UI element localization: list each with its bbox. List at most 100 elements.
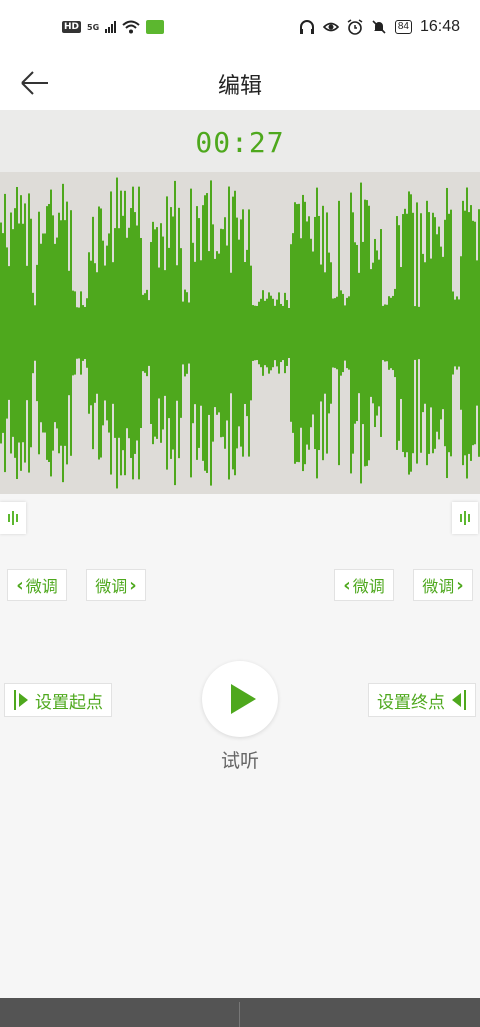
chevron-right-icon: ›: [456, 574, 464, 596]
waveform-bar: [146, 289, 148, 377]
waveform-bar: [202, 205, 204, 461]
start-fine-tune-forward-button[interactable]: 微调 ›: [86, 569, 146, 601]
waveform-bar: [128, 227, 130, 439]
waveform-bar: [170, 207, 172, 459]
start-handle[interactable]: [0, 502, 26, 534]
waveform-bar: [464, 210, 466, 456]
waveform-bar: [112, 262, 114, 404]
waveform-bar: [150, 242, 152, 424]
waveform-bar: [304, 201, 306, 465]
waveform-bar: [372, 262, 374, 404]
waveform-bar: [462, 200, 464, 466]
waveform-bar: [220, 228, 222, 438]
waveform-bar: [120, 190, 122, 476]
waveform-bar: [364, 199, 366, 467]
waveform-graphic: [0, 177, 480, 489]
waveform-bar: [284, 292, 286, 374]
waveform-bar: [44, 233, 46, 433]
waveform-bar: [452, 291, 454, 375]
bottom-divider: [239, 1002, 240, 1027]
waveform-bar: [280, 303, 282, 363]
waveform-bar: [250, 265, 252, 401]
waveform-bar: [274, 305, 276, 361]
waveform-bar: [26, 265, 28, 401]
end-fine-tune-back-button[interactable]: ‹ 微调: [334, 569, 394, 601]
waveform-bar: [470, 205, 472, 461]
waveform-bar: [124, 190, 126, 476]
play-button[interactable]: [202, 661, 278, 737]
waveform-bar: [100, 208, 102, 458]
waveform-bar: [144, 293, 146, 373]
waveform-bar: [266, 298, 268, 368]
waveform-bar: [6, 247, 8, 419]
chevron-right-icon: ›: [129, 574, 137, 596]
waveform-bar: [322, 205, 324, 461]
end-handle[interactable]: [452, 502, 478, 534]
waveform-bar: [118, 228, 120, 438]
waveform-bar: [212, 224, 214, 442]
waveform-bar: [256, 305, 258, 361]
waveform-bar: [314, 216, 316, 450]
waveform-bar: [62, 183, 64, 483]
waveform-bar: [268, 292, 270, 374]
waveform-bar: [32, 292, 34, 374]
waveform-bar: [270, 295, 272, 371]
waveform-bar: [174, 180, 176, 486]
waveform-bar: [262, 290, 264, 376]
waveform-bar: [226, 245, 228, 421]
waveform-bar: [398, 225, 400, 441]
waveform-bar: [126, 237, 128, 429]
top-bar: 编辑: [0, 58, 480, 110]
set-end-button[interactable]: 设置终点: [368, 683, 476, 717]
set-start-button[interactable]: 设置起点: [4, 683, 112, 717]
waveform-bar: [134, 212, 136, 454]
waveform-bar: [344, 305, 346, 361]
start-fine-tune-back-button[interactable]: ‹ 微调: [7, 569, 67, 601]
waveform-bar: [352, 212, 354, 454]
waveform-bar: [154, 229, 156, 437]
end-fine-tune-forward-button[interactable]: 微调 ›: [413, 569, 473, 601]
waveform-bar: [330, 262, 332, 404]
waveform-bar: [368, 205, 370, 461]
waveform-bar: [238, 239, 240, 427]
waveform-bar: [188, 302, 190, 364]
waveform-bar: [78, 307, 80, 359]
waveform-bar: [318, 215, 320, 451]
fine-tune-label: 微调: [352, 577, 385, 596]
waveform-bar: [378, 259, 380, 407]
waveform-bar: [70, 210, 72, 456]
waveform-bar: [122, 215, 124, 451]
waveform-bar: [80, 291, 82, 375]
waveform-bar: [234, 190, 236, 476]
waveform-bar: [290, 244, 292, 422]
start-marker-icon: [13, 689, 29, 711]
waveform-bar: [248, 209, 250, 457]
waveform-bar: [442, 256, 444, 410]
fine-tune-label: 微调: [422, 577, 455, 596]
waveform-bar: [340, 290, 342, 376]
chevron-left-icon: ‹: [16, 574, 24, 596]
waveform-bar: [402, 214, 404, 452]
waveform-bar: [230, 272, 232, 394]
time-bar: 00:27: [0, 110, 480, 172]
waveform-bar: [94, 263, 96, 403]
waveform-bar: [420, 213, 422, 453]
waveform-bar: [382, 305, 384, 361]
waveform-bar: [82, 305, 84, 361]
waveform-bar: [200, 260, 202, 406]
waveform-bar: [244, 262, 246, 404]
waveform-bar: [214, 258, 216, 408]
waveform-bar: [186, 292, 188, 374]
battery-icon: 84: [394, 20, 412, 34]
waveform-bar: [16, 186, 18, 480]
waveform-bar: [162, 236, 164, 430]
waveform-bar: [424, 262, 426, 404]
waveform-bar: [64, 220, 66, 446]
waveform-bar: [258, 301, 260, 365]
set-start-label: 设置起点: [35, 692, 103, 713]
waveform[interactable]: [0, 172, 480, 494]
waveform-bar: [114, 228, 116, 438]
waveform-bar: [468, 212, 470, 454]
waveform-bar: [240, 219, 242, 447]
waveform-bar: [404, 208, 406, 458]
